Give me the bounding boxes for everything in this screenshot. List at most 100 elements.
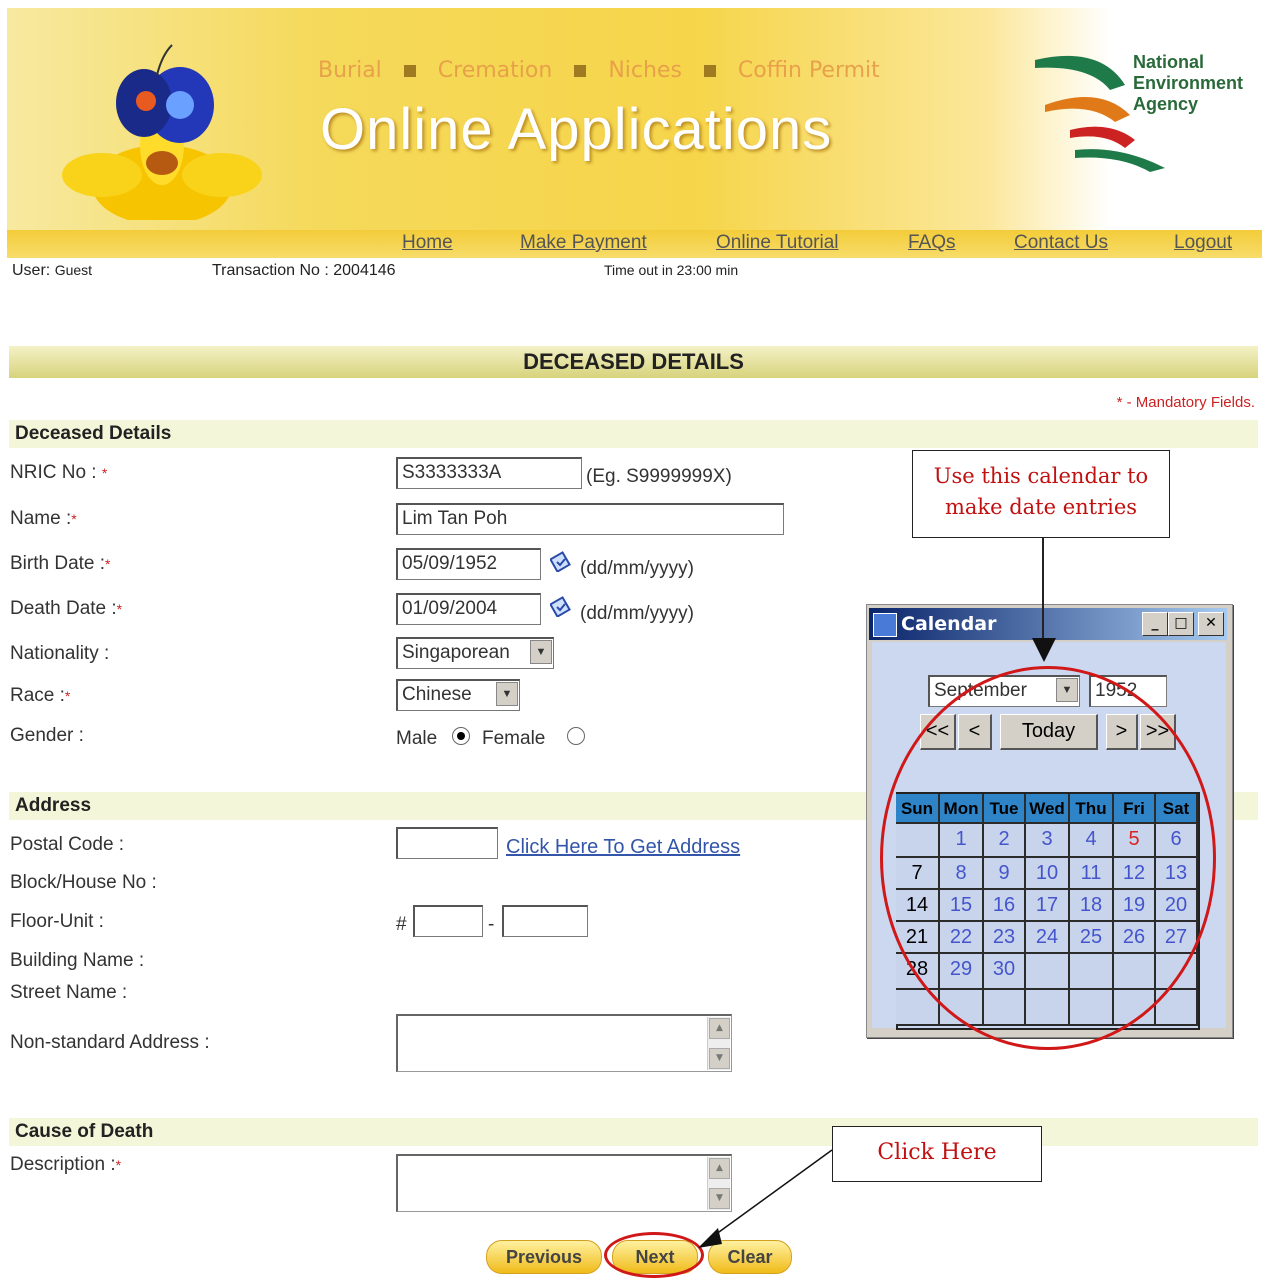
maximize-icon[interactable]: □ [1168, 612, 1194, 636]
nav-online-tutorial[interactable]: Online Tutorial [716, 232, 839, 254]
nav-contact-us[interactable]: Contact Us [1014, 232, 1108, 254]
death-date-field[interactable]: 01/09/2004 [396, 593, 541, 625]
minimize-icon[interactable]: _ [1142, 612, 1168, 636]
description-field[interactable]: ▲ ▼ [396, 1154, 732, 1212]
user-label: User: [12, 262, 51, 279]
non-standard-address-field[interactable]: ▲ ▼ [396, 1014, 732, 1072]
nationality-label: Nationality : [10, 643, 110, 664]
non-standard-address-label: Non-standard Address : [10, 1032, 210, 1053]
chevron-down-icon[interactable]: ▼ [530, 640, 552, 664]
death-date-label-text: Death Date : [10, 598, 117, 619]
banner-services: Burial Cremation Niches Coffin Permit [318, 58, 880, 83]
required-star: * [105, 556, 111, 572]
unit-field[interactable] [502, 905, 588, 937]
floor-dash: - [488, 914, 495, 935]
scroll-up-icon[interactable]: ▲ [709, 1018, 730, 1039]
scroll-down-icon[interactable]: ▼ [709, 1048, 730, 1069]
race-select[interactable]: Chinese ▼ [396, 679, 520, 711]
calendar-picker-icon[interactable] [550, 550, 572, 572]
nationality-select[interactable]: Singaporean ▼ [396, 637, 554, 669]
nav-home[interactable]: Home [402, 232, 453, 254]
floor-hash: # [396, 914, 407, 935]
banner-link-coffin-permit: Coffin Permit [737, 58, 880, 83]
required-star: * [71, 511, 77, 527]
timeout-info: Time out in 23:00 min [604, 262, 739, 278]
nav-faqs[interactable]: FAQs [908, 232, 956, 254]
gender-label: Gender : [10, 725, 84, 746]
postal-code-label: Postal Code : [10, 834, 125, 855]
calendar-highlight-ellipse [880, 666, 1216, 1050]
block-house-label: Block/House No : [10, 872, 157, 893]
banner-title: Online Applications [320, 97, 833, 162]
banner-link-niches: Niches [608, 58, 682, 83]
birth-date-hint: (dd/mm/yyyy) [580, 558, 694, 579]
banner-link-burial: Burial [318, 58, 382, 83]
birth-date-field[interactable]: 05/09/1952 [396, 548, 541, 580]
floor-field[interactable] [413, 905, 483, 937]
section-deceased-details: Deceased Details [9, 420, 1258, 448]
callout-arrow-line [1042, 538, 1044, 644]
gender-male-radio[interactable] [452, 727, 470, 745]
nric-label-text: NRIC No : [10, 462, 97, 483]
arrow-down-icon [1032, 638, 1056, 662]
previous-button[interactable]: Previous [486, 1240, 602, 1274]
nric-hint: (Eg. S9999999X) [586, 466, 732, 487]
arrow-to-next-icon [698, 1149, 833, 1248]
banner-link-cremation: Cremation [437, 58, 553, 83]
name-label-text: Name : [10, 508, 72, 529]
agency-line: Environment [1133, 73, 1244, 93]
description-label-text: Description : [10, 1154, 116, 1175]
gender-female-label: Female [482, 728, 546, 749]
required-star: * [115, 1157, 122, 1173]
gender-female-radio[interactable] [567, 727, 585, 745]
agency-line: Agency [1133, 94, 1199, 114]
name-field[interactable]: Lim Tan Poh [396, 503, 784, 535]
mandatory-note: * - Mandatory Fields. [1116, 394, 1255, 411]
user-value: Guest [54, 262, 93, 278]
death-date-label: Death Date :* [10, 598, 122, 620]
window-app-icon [873, 613, 897, 637]
nav-make-payment[interactable]: Make Payment [520, 232, 647, 254]
chevron-down-icon[interactable]: ▼ [496, 682, 518, 706]
floor-unit-label: Floor-Unit : [10, 911, 104, 932]
user-info: User: Guest [12, 262, 92, 280]
bullet-square-icon [403, 65, 416, 77]
required-star: * [101, 465, 108, 481]
next-highlight-ellipse [604, 1232, 704, 1278]
name-label: Name :* [10, 508, 77, 530]
race-value: Chinese [402, 684, 472, 705]
section-cause-of-death: Cause of Death [9, 1118, 1258, 1146]
calendar-title: Calendar [901, 613, 997, 635]
race-label: Race :* [10, 685, 70, 707]
close-icon[interactable]: ✕ [1198, 612, 1224, 636]
building-name-label: Building Name : [10, 950, 145, 971]
radio-dot-icon [457, 732, 465, 740]
nav-logout[interactable]: Logout [1174, 232, 1232, 254]
page-title: DECEASED DETAILS [9, 346, 1258, 378]
postal-code-field[interactable] [396, 827, 498, 859]
required-star: * [116, 601, 123, 617]
transaction-info: Transaction No : 2004146 [212, 262, 396, 280]
transaction-value: 2004146 [333, 262, 396, 279]
death-date-hint: (dd/mm/yyyy) [580, 603, 694, 624]
required-star: * [64, 688, 71, 704]
birth-date-label-text: Birth Date : [10, 553, 106, 574]
butterfly-flower-logo [62, 44, 262, 220]
agency-line: National [1133, 52, 1205, 72]
transaction-label: Transaction No : [212, 262, 329, 279]
agency-name: National Environment Agency [1133, 52, 1243, 115]
gender-male-label: Male [396, 728, 438, 749]
nric-field[interactable]: S3333333A [396, 457, 582, 489]
click-here-callout: Click Here [832, 1126, 1042, 1182]
nric-label: NRIC No : * [10, 462, 107, 484]
get-address-link[interactable]: Click Here To Get Address [506, 836, 740, 859]
bullet-square-icon [703, 65, 716, 77]
description-label: Description :* [10, 1154, 121, 1176]
calendar-tip-callout: Use this calendar to make date entries [912, 450, 1170, 538]
bullet-square-icon [574, 65, 587, 77]
scrollbar[interactable]: ▲ ▼ [707, 1017, 730, 1070]
calendar-picker-icon[interactable] [550, 595, 572, 617]
street-name-label: Street Name : [10, 982, 128, 1003]
birth-date-label: Birth Date :* [10, 553, 111, 575]
race-label-text: Race : [10, 685, 65, 706]
